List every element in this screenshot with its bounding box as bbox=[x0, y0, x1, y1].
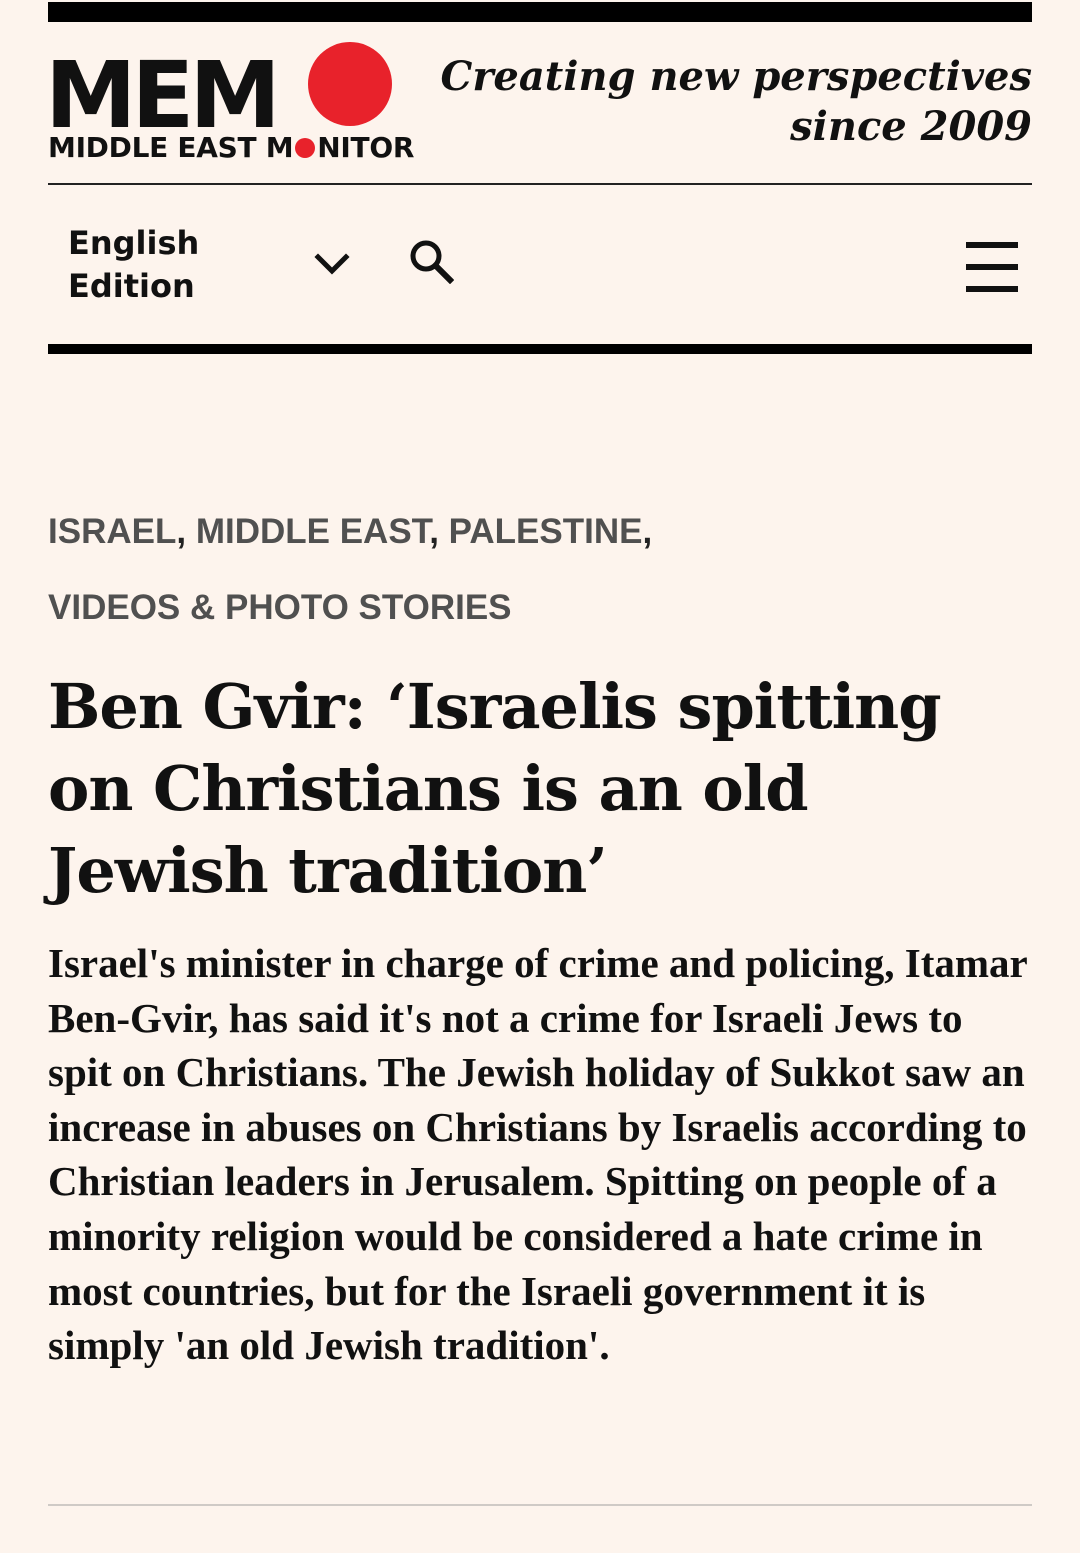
category-middle-east-link[interactable]: MIDDLE EAST bbox=[196, 512, 429, 551]
category-videos-photo-stories-link[interactable]: VIDEOS & PHOTO STORIES bbox=[48, 588, 512, 627]
edition-label-line1: English bbox=[68, 224, 200, 262]
category-palestine-link[interactable]: PALESTINE bbox=[449, 512, 643, 551]
site-tagline: Creating new perspectives since 2009 bbox=[432, 52, 1032, 152]
logo-subtitle-dot bbox=[295, 138, 316, 158]
category-separator: , bbox=[429, 512, 439, 551]
article-bottom-divider bbox=[48, 1504, 1032, 1506]
hamburger-menu-icon[interactable] bbox=[964, 240, 1020, 296]
menu-bar-middle bbox=[966, 264, 1018, 270]
nav-bottom-bar bbox=[48, 344, 1032, 354]
category-line-2: VIDEOS & PHOTO STORIES bbox=[48, 570, 1032, 646]
article-categories: ISRAEL, MIDDLE EAST, PALESTINE, VIDEOS &… bbox=[48, 494, 1032, 646]
category-separator: , bbox=[176, 512, 187, 551]
tagline-line1: Creating new perspectives bbox=[440, 53, 1032, 100]
top-black-bar bbox=[48, 2, 1032, 22]
category-line-1: ISRAEL, MIDDLE EAST, PALESTINE, bbox=[48, 494, 1032, 570]
header-divider bbox=[48, 183, 1032, 185]
edition-label-line2: Edition bbox=[68, 267, 195, 305]
logo-mem-text: MEM bbox=[45, 42, 281, 149]
tagline-line2: since 2009 bbox=[790, 103, 1032, 150]
menu-bar-top bbox=[966, 242, 1018, 248]
logo-subtitle: MIDDLE EAST M NITOR bbox=[48, 132, 414, 164]
article-title: Ben Gvir: ‘Israelis spitting on Christia… bbox=[48, 670, 942, 907]
search-icon[interactable] bbox=[408, 238, 454, 284]
article-summary: Israel's minister in charge of crime and… bbox=[48, 940, 1027, 1369]
chevron-down-icon[interactable] bbox=[314, 246, 350, 282]
logo-subtitle-part1: MIDDLE EAST M bbox=[48, 131, 294, 164]
logo-red-dot bbox=[308, 42, 392, 126]
category-separator: , bbox=[642, 512, 653, 551]
site-logo[interactable]: MEM MIDDLE EAST M NITOR bbox=[45, 40, 414, 170]
menu-bar-bottom bbox=[966, 286, 1018, 292]
edition-selector[interactable]: English Edition bbox=[68, 222, 268, 308]
category-israel-link[interactable]: ISRAEL bbox=[48, 512, 176, 551]
logo-subtitle-part2: NITOR bbox=[317, 131, 415, 164]
